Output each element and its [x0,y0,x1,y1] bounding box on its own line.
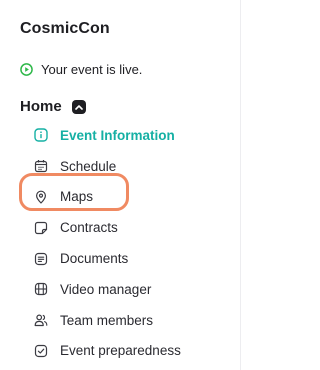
event-status-text: Your event is live. [41,62,143,77]
nav-item-team-members[interactable]: Team members [34,305,181,336]
nav-label: Documents [60,251,129,267]
video-icon [34,282,48,296]
app-title: CosmicCon [20,20,110,37]
info-icon [34,128,48,143]
document-icon [34,252,48,266]
nav-item-event-information[interactable]: Event Information [34,120,181,151]
nav-label: Video manager [60,281,152,297]
event-status: Your event is live. [20,62,142,77]
nav-item-schedule[interactable]: Schedule [34,151,181,182]
nav-item-contracts[interactable]: Contracts [34,212,181,243]
nav-label: Team members [60,312,154,328]
nav-label: Event Information [60,127,175,143]
nav-item-event-preparedness[interactable]: Event preparedness [34,336,181,367]
section-title: Home [20,98,62,115]
play-circle-icon [20,63,33,76]
map-pin-icon [34,190,48,204]
team-icon [34,313,48,327]
nav-label: Event preparedness [60,343,181,359]
section-home-header[interactable]: Home [20,98,86,115]
sidebar-panel: CosmicCon Your event is live. Home Event… [0,0,241,370]
home-nav: Event Information Schedule Maps Contract… [34,120,181,366]
contract-icon [34,221,48,235]
chevron-up-icon[interactable] [71,99,86,114]
nav-label: Contracts [60,220,118,236]
nav-label: Maps [60,189,94,205]
checklist-icon [34,344,48,358]
nav-item-documents[interactable]: Documents [34,243,181,274]
nav-label: Schedule [60,158,117,174]
calendar-icon [34,159,48,173]
nav-item-maps[interactable]: Maps [34,182,181,213]
nav-item-video-manager[interactable]: Video manager [34,274,181,305]
